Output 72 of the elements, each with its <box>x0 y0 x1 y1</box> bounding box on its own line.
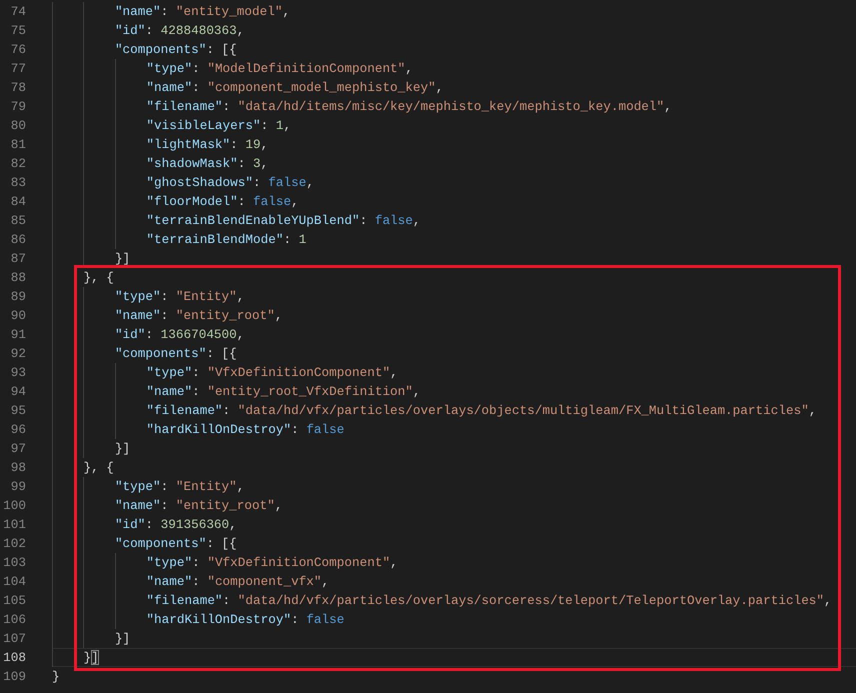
line-number: 95 <box>10 402 26 420</box>
line-number: 101 <box>2 516 26 534</box>
code-line: "type": "VfxDefinitionComponent", <box>52 363 856 382</box>
code-line: }] <box>52 629 856 648</box>
line-number: 103 <box>2 554 26 572</box>
line-number: 109 <box>2 668 26 686</box>
line-number: 77 <box>10 60 26 78</box>
code-line: } <box>52 668 61 686</box>
line-number: 108 <box>2 649 26 667</box>
code-line: "id": 4288480363, <box>52 21 856 40</box>
line-number: 82 <box>10 155 26 173</box>
line-number: 85 <box>10 212 26 230</box>
code-line: "name": "entity_root_VfxDefinition", <box>52 382 856 401</box>
code-line: "name": "entity_model", <box>52 2 856 21</box>
code-line: "filename": "data/hd/vfx/particles/overlays/objects/multigleam/FX_MultiGleam.particles", <box>52 401 856 420</box>
code-line: "id": 1366704500, <box>52 325 856 344</box>
line-number: 88 <box>10 269 26 287</box>
line-number: 107 <box>2 630 26 648</box>
code-line: "hardKillOnDestroy": false <box>52 420 856 439</box>
code-line: "components": [{ <box>52 534 856 553</box>
code-line: "hardKillOnDestroy": false <box>52 610 856 629</box>
code-line: "name": "component_model_mephisto_key", <box>52 78 856 97</box>
line-number: 83 <box>10 174 26 192</box>
line-number: 78 <box>10 79 26 97</box>
code-line: "shadowMask": 3, <box>52 154 856 173</box>
line-number: 104 <box>2 573 26 591</box>
line-number: 91 <box>10 326 26 344</box>
line-number: 94 <box>10 383 26 401</box>
code-line: "id": 391356360, <box>52 515 856 534</box>
code-line: }] <box>52 648 856 667</box>
line-number: 87 <box>10 250 26 268</box>
code-line: "components": [{ <box>52 344 856 363</box>
line-number: 76 <box>10 41 26 59</box>
line-number: 84 <box>10 193 26 211</box>
line-number: 99 <box>10 478 26 496</box>
code-line: "floorModel": false, <box>52 192 856 211</box>
line-number: 102 <box>2 535 26 553</box>
code-line: }] <box>52 249 856 268</box>
code-line: "type": "Entity", <box>52 477 856 496</box>
line-number: 96 <box>10 421 26 439</box>
line-number: 79 <box>10 98 26 116</box>
code-line: }] <box>52 439 856 458</box>
line-number: 80 <box>10 117 26 135</box>
code-line: "name": "entity_root", <box>52 496 856 515</box>
line-number: 100 <box>2 497 26 515</box>
code-line: "type": "Entity", <box>52 287 856 306</box>
code-line: "components": [{ <box>52 40 856 59</box>
code-line: "name": "entity_root", <box>52 306 856 325</box>
line-number: 86 <box>10 231 26 249</box>
line-number: 105 <box>2 592 26 610</box>
line-number: 97 <box>10 440 26 458</box>
code-line: "type": "ModelDefinitionComponent", <box>52 59 856 78</box>
code-line: "filename": "data/hd/items/misc/key/mephisto_key/mephisto_key.model", <box>52 97 856 116</box>
line-number: 90 <box>10 307 26 325</box>
code-line: "name": "component_vfx", <box>52 572 856 591</box>
code-line: "terrainBlendEnableYUpBlend": false, <box>52 211 856 230</box>
code-line: "ghostShadows": false, <box>52 173 856 192</box>
line-number: 89 <box>10 288 26 306</box>
code-line: "type": "VfxDefinitionComponent", <box>52 553 856 572</box>
code-line: }, { <box>52 458 856 477</box>
line-number: 81 <box>10 136 26 154</box>
line-number: 75 <box>10 22 26 40</box>
code-line: "filename": "data/hd/vfx/particles/overlays/sorceress/teleport/TeleportOverlay.particles", <box>52 591 856 610</box>
line-number: 92 <box>10 345 26 363</box>
line-number: 106 <box>2 611 26 629</box>
code-line: }, { <box>52 268 856 287</box>
line-number: 93 <box>10 364 26 382</box>
code-line: "visibleLayers": 1, <box>52 116 856 135</box>
line-number: 98 <box>10 459 26 477</box>
code-line: "lightMask": 19, <box>52 135 856 154</box>
code-line: "terrainBlendMode": 1 <box>52 230 856 249</box>
line-number: 74 <box>10 3 26 21</box>
